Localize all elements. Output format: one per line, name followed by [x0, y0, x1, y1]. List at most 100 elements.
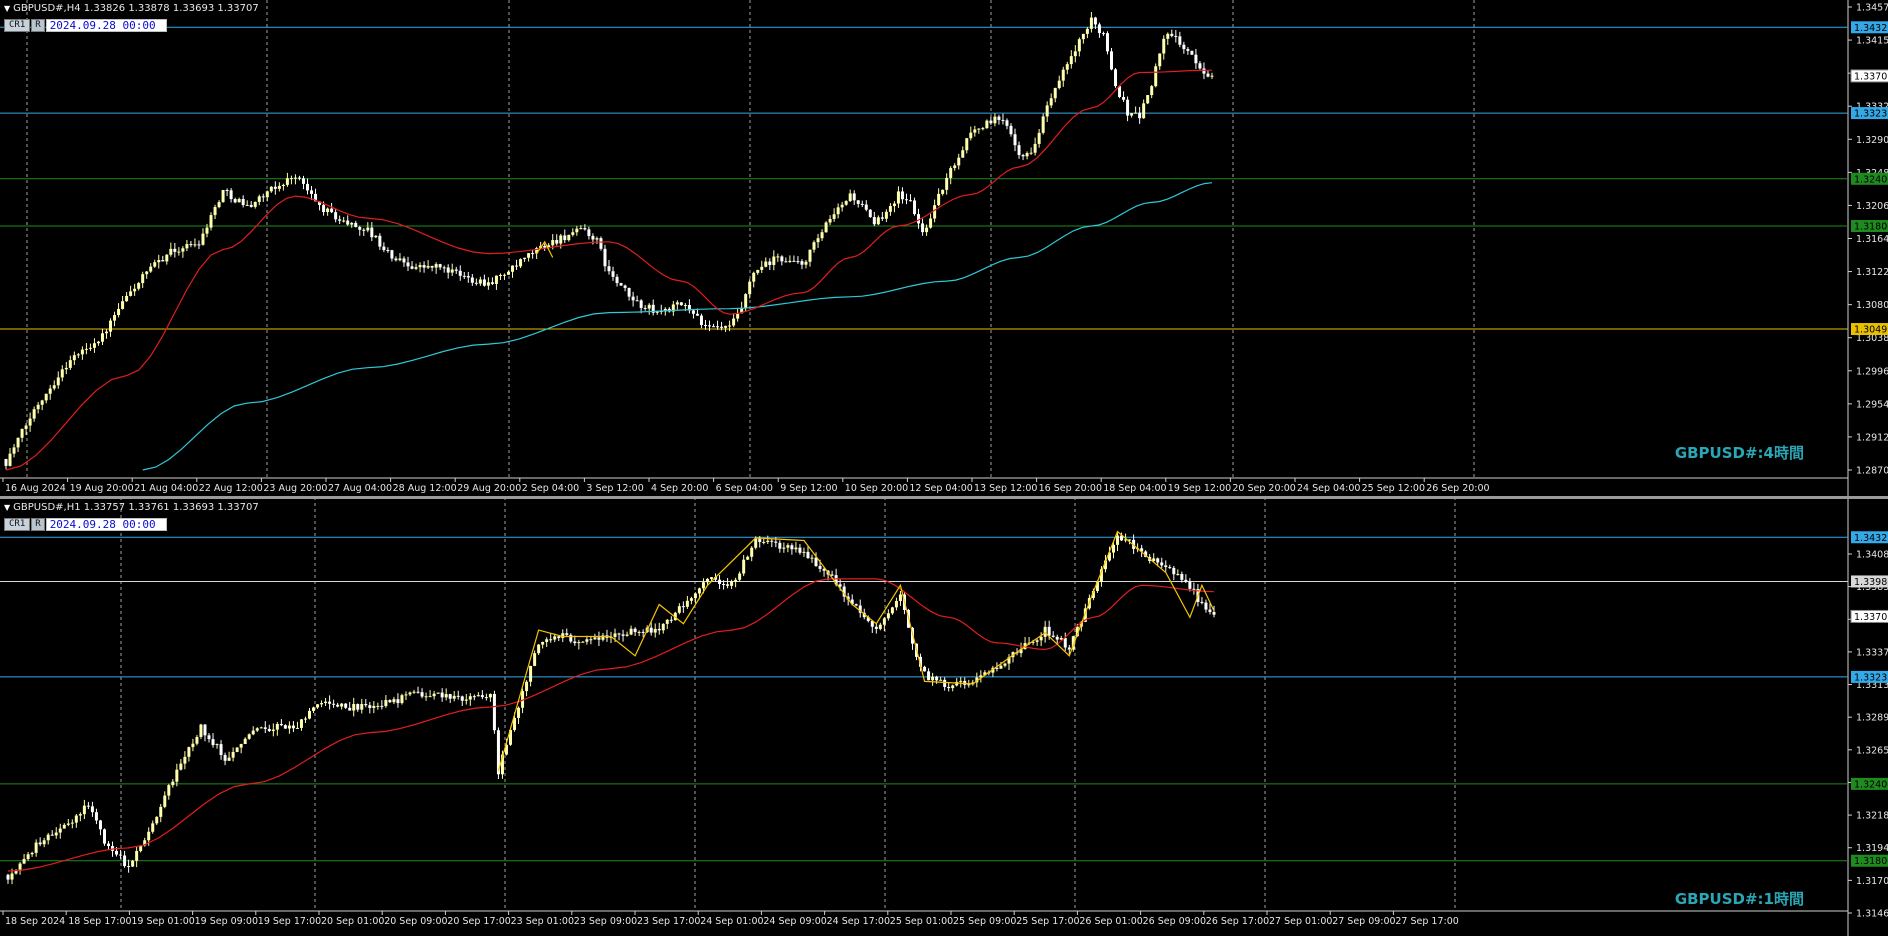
- candle-body: [436, 692, 440, 694]
- candle-body: [324, 701, 328, 704]
- candle-body: [1013, 134, 1017, 146]
- candle-body: [98, 820, 102, 830]
- price-tick-label: 1.34570: [1856, 3, 1888, 14]
- candle-body: [947, 686, 951, 689]
- candle-body: [868, 209, 872, 218]
- candle-body: [703, 325, 707, 327]
- candle-body: [752, 272, 756, 282]
- candle-body: [402, 258, 406, 263]
- candle-body: [352, 704, 356, 711]
- candle-body: [123, 855, 127, 867]
- time-tick-label: 20 Sep 01:00: [321, 916, 384, 927]
- candle-body: [1093, 17, 1097, 25]
- h4-chart-pane[interactable]: 1.345701.341501.337351.333201.329001.324…: [0, 0, 1888, 497]
- candle-body: [241, 198, 245, 206]
- candle-body: [446, 267, 450, 273]
- candle-body: [78, 814, 82, 816]
- r-tag[interactable]: R: [31, 19, 45, 32]
- candle-body: [718, 579, 722, 584]
- candle-body: [810, 557, 814, 559]
- candle-body: [372, 705, 376, 708]
- candle-body: [790, 545, 794, 550]
- h4-chart-canvas[interactable]: 1.345701.341501.337351.333201.329001.324…: [0, 0, 1888, 497]
- candle-body: [1043, 626, 1047, 637]
- candle-body: [285, 178, 289, 185]
- candle-body: [460, 696, 464, 701]
- candle-body: [1122, 96, 1126, 100]
- candle-body: [856, 200, 860, 204]
- h1-chart-canvas[interactable]: 1.340851.338501.336101.333751.331351.328…: [0, 499, 1888, 936]
- candle-body: [973, 129, 977, 133]
- candle-body: [117, 308, 121, 316]
- candle-body: [1170, 33, 1174, 36]
- level-price-tag-text: 1.34325: [1854, 23, 1888, 34]
- h1-watermark: GBPUSD#:1時間: [1674, 890, 1804, 908]
- price-tick-label: 1.31640: [1856, 234, 1888, 245]
- candle-body: [366, 227, 370, 231]
- r-tag[interactable]: R: [31, 518, 45, 531]
- candle-body: [251, 730, 255, 735]
- candle-body: [519, 259, 523, 267]
- candle-body: [669, 619, 673, 621]
- candle-body: [1063, 637, 1067, 648]
- candle-body: [738, 573, 742, 580]
- panel-date-box[interactable]: 2024.09.28 00:00: [45, 518, 167, 531]
- time-tick-label: 10 Sep 20:00: [845, 483, 908, 494]
- candle-body: [42, 840, 46, 845]
- candle-body: [450, 269, 454, 273]
- candle-body: [812, 242, 816, 250]
- price-tick-label: 1.31220: [1856, 267, 1888, 278]
- candle-body: [161, 260, 165, 262]
- candle-body: [768, 261, 772, 265]
- candle-body: [828, 218, 832, 223]
- dropdown-triangle-icon[interactable]: ▼: [4, 503, 10, 512]
- candle-body: [563, 235, 567, 241]
- candle-body: [784, 261, 788, 263]
- level-price-tag-text: 1.30491: [1854, 325, 1888, 336]
- candle-body: [275, 723, 279, 730]
- h4-header-text: GBPUSD#,H4 1.33826 1.33878 1.33693 1.337…: [13, 3, 259, 14]
- candle-body: [1178, 36, 1182, 45]
- h4-panel-bar[interactable]: CR1 R 2024.09.28 00:00: [4, 19, 167, 32]
- panel-date-box[interactable]: 2024.09.28 00:00: [45, 19, 167, 32]
- candle-body: [289, 178, 293, 180]
- candle-body: [941, 189, 945, 194]
- h1-panel-bar[interactable]: CR1 R 2024.09.28 00:00: [4, 518, 167, 531]
- candle-body: [1212, 612, 1216, 615]
- candle-body: [303, 718, 307, 720]
- candle-body: [1206, 73, 1210, 77]
- candle-body: [689, 598, 693, 601]
- candle-body: [933, 205, 937, 219]
- time-tick-label: 25 Sep 12:00: [1362, 483, 1425, 494]
- h1-chart-pane[interactable]: 1.340851.338501.336101.333751.331351.328…: [0, 499, 1888, 936]
- candle-body: [794, 547, 798, 550]
- candle-body: [6, 874, 10, 880]
- candle-body: [621, 634, 625, 636]
- candle-body: [434, 264, 438, 268]
- cr1-tag[interactable]: CR1: [4, 518, 31, 531]
- candle-body: [1097, 24, 1101, 34]
- cr1-tag[interactable]: CR1: [4, 19, 31, 32]
- price-tick-label: 1.29120: [1856, 432, 1888, 443]
- candle-body: [1069, 56, 1073, 65]
- candle-body: [215, 744, 219, 746]
- candle-body: [149, 266, 153, 272]
- candle-body: [342, 220, 346, 222]
- candle-body: [1025, 153, 1029, 157]
- candle-body: [770, 540, 774, 542]
- candle-body: [515, 265, 519, 267]
- candle-body: [474, 282, 478, 284]
- candle-body: [874, 626, 878, 629]
- candle-body: [141, 274, 145, 284]
- candle-body: [1204, 602, 1208, 610]
- time-tick-label: 9 Sep 12:00: [780, 483, 837, 494]
- dropdown-triangle-icon[interactable]: ▼: [4, 4, 10, 13]
- price-tick-label: 1.31465: [1856, 909, 1888, 920]
- candle-body: [58, 828, 62, 833]
- candle-body: [312, 707, 316, 711]
- candle-body: [627, 287, 631, 297]
- candle-body: [643, 307, 647, 309]
- candle-body: [1182, 44, 1186, 50]
- candle-body: [225, 189, 229, 191]
- candle-body: [1047, 626, 1051, 636]
